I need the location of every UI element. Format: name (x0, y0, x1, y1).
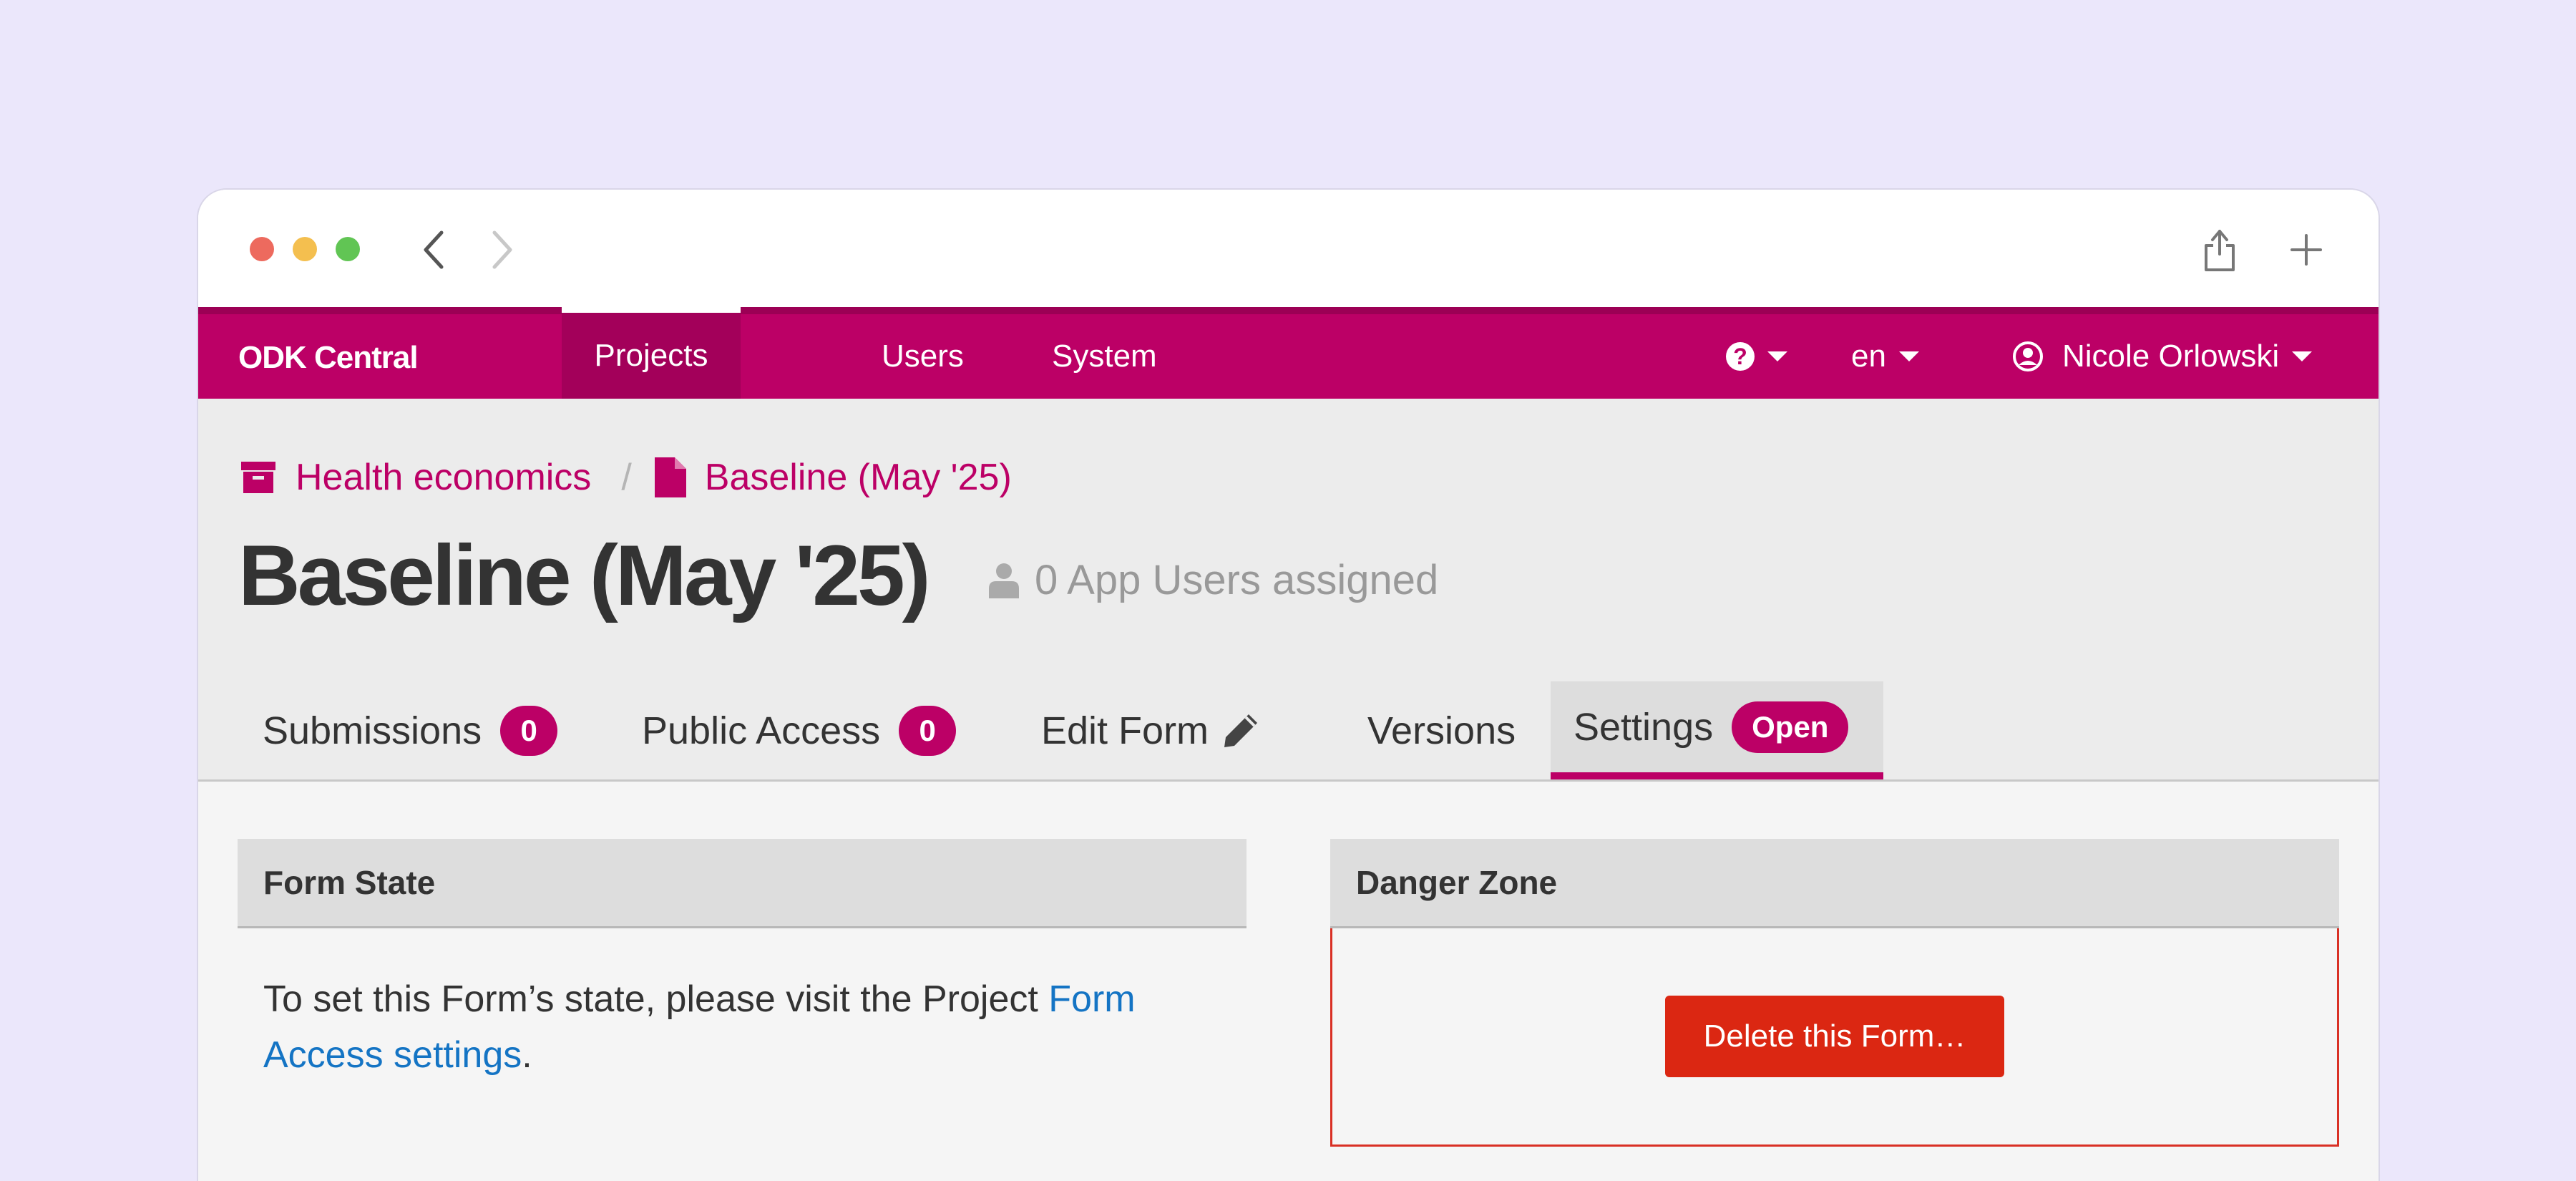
nav-system[interactable]: System (1052, 314, 1157, 399)
app-users-assigned: 0 App Users assigned (989, 556, 1438, 604)
file-icon (654, 457, 686, 497)
user-dropdown[interactable]: Nicole Orlowski (2012, 314, 2313, 399)
breadcrumb-project-link[interactable]: Health economics (296, 456, 591, 499)
caret-down-icon (1767, 351, 1787, 361)
tab-label: Submissions (263, 709, 482, 752)
tab-versions[interactable]: Versions (1345, 681, 1538, 779)
back-arrow-icon[interactable] (406, 221, 463, 278)
count-badge: 0 (899, 705, 957, 756)
language-dropdown[interactable]: en (1851, 314, 1919, 399)
tab-submissions[interactable]: Submissions 0 (240, 681, 580, 779)
delete-form-button[interactable]: Delete this Form… (1665, 996, 2004, 1077)
user-circle-icon (2013, 341, 2043, 371)
app-users-text: 0 App Users assigned (1035, 557, 1439, 603)
form-tabs: Submissions 0 Public Access 0 Edit Form … (198, 681, 2379, 782)
forward-arrow-icon[interactable] (473, 221, 530, 278)
panel-heading: Danger Zone (1330, 839, 2339, 928)
page-header: Health economics / Baseline (May '25) Ba… (198, 399, 2379, 782)
brand-link[interactable]: ODK Central (238, 340, 419, 376)
archive-icon (241, 462, 275, 493)
nav-users[interactable]: Users (882, 314, 964, 399)
page-title: Baseline (May '25) (238, 528, 931, 623)
form-state-description: To set this Form’s state, please visit t… (263, 978, 1049, 1020)
share-icon[interactable] (2191, 221, 2248, 278)
panel-heading: Form State (238, 839, 1246, 928)
breadcrumb-form-link[interactable]: Baseline (May '25) (705, 456, 1012, 499)
tab-edit-form[interactable]: Edit Form (1018, 681, 1283, 779)
settings-content: Form State To set this Form’s state, ple… (198, 782, 2379, 1181)
pencil-icon (1224, 714, 1258, 747)
question-circle-icon: ? (1726, 342, 1755, 371)
nav-projects[interactable]: Projects (562, 307, 741, 399)
tab-label: Settings (1574, 705, 1714, 749)
form-state-period: . (522, 1034, 532, 1076)
tab-label: Public Access (642, 709, 881, 752)
tab-settings[interactable]: Settings Open (1551, 681, 1883, 779)
count-badge: 0 (500, 705, 558, 756)
caret-down-icon (1898, 351, 1919, 361)
danger-zone-body: Delete this Form… (1330, 928, 2339, 1147)
breadcrumb: Health economics / Baseline (May '25) (240, 456, 1012, 499)
tab-public-access[interactable]: Public Access 0 (619, 681, 979, 779)
form-state-panel: Form State To set this Form’s state, ple… (238, 839, 1246, 1126)
browser-chrome (198, 190, 2379, 307)
minimize-window-button[interactable] (293, 237, 317, 261)
browser-window: ODK Central Projects Users System ? en N… (197, 188, 2380, 1181)
user-name: Nicole Orlowski (2062, 339, 2280, 374)
tab-label: Edit Form (1041, 709, 1209, 752)
tab-label: Versions (1367, 709, 1516, 752)
language-label: en (1851, 339, 1886, 374)
close-window-button[interactable] (250, 237, 274, 261)
caret-down-icon (2292, 351, 2313, 361)
top-navbar: ODK Central Projects Users System ? en N… (198, 307, 2379, 399)
help-dropdown[interactable]: ? (1726, 314, 1787, 399)
breadcrumb-separator: / (621, 457, 632, 498)
new-tab-plus-icon[interactable] (2278, 221, 2335, 278)
user-icon (989, 563, 1019, 598)
form-state-text: To set this Form’s state, please visit t… (238, 928, 1246, 1126)
maximize-window-button[interactable] (336, 237, 360, 261)
status-badge: Open (1732, 701, 1849, 753)
danger-zone-panel: Danger Zone Delete this Form… (1330, 839, 2339, 1147)
